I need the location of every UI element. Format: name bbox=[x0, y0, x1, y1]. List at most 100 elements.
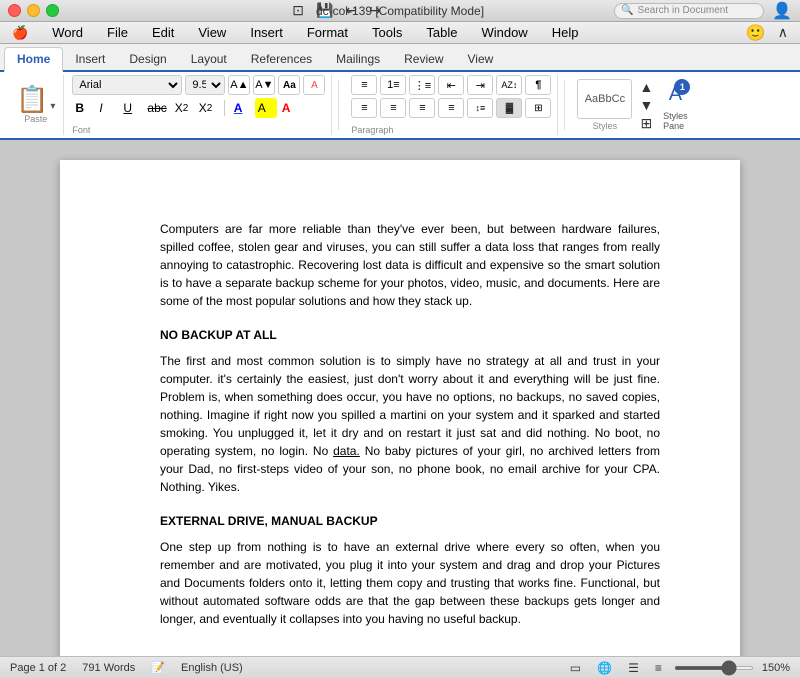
divider-font-para bbox=[338, 80, 339, 130]
font-color-button[interactable]: A bbox=[231, 98, 253, 118]
menu-file[interactable]: File bbox=[103, 23, 132, 42]
menu-edit[interactable]: Edit bbox=[148, 23, 178, 42]
styles-preview[interactable]: AaBbCc bbox=[577, 79, 632, 119]
highlight-button[interactable]: A bbox=[255, 98, 277, 118]
justify-button[interactable]: ≡ bbox=[438, 98, 464, 118]
font-name-select[interactable]: Arial Times New Roman Calibri bbox=[72, 75, 182, 95]
borders-button[interactable]: ⊞ bbox=[525, 98, 551, 118]
clear-format-button[interactable]: A bbox=[303, 75, 325, 95]
menu-bar: 🍎 Word File Edit View Insert Format Tool… bbox=[0, 22, 800, 44]
proofing-icon[interactable]: 📝 bbox=[151, 661, 165, 674]
maximize-button[interactable] bbox=[46, 4, 59, 17]
tab-design[interactable]: Design bbox=[117, 48, 178, 70]
smiley-icon[interactable]: 🙂 bbox=[746, 23, 766, 43]
numbering-button[interactable]: 1≡ bbox=[380, 75, 406, 95]
paragraph-3: One step up from nothing is to have an e… bbox=[160, 538, 660, 628]
menu-apple[interactable]: 🍎 bbox=[8, 23, 32, 43]
menu-word[interactable]: Word bbox=[48, 23, 87, 42]
paragraph-1: Computers are far more reliable than the… bbox=[160, 220, 660, 310]
styles-scroll-down[interactable]: ▼ bbox=[638, 97, 654, 113]
close-button[interactable] bbox=[8, 4, 21, 17]
shading-button[interactable]: ▓ bbox=[496, 98, 522, 118]
font-group: Arial Times New Roman Calibri 9.5 8 10 1… bbox=[66, 75, 332, 135]
styles-expand[interactable]: ⊞ bbox=[638, 115, 654, 131]
tab-layout[interactable]: Layout bbox=[179, 48, 239, 70]
menu-help[interactable]: Help bbox=[548, 23, 583, 42]
collapse-ribbon-button[interactable]: ∧ bbox=[774, 22, 792, 43]
paste-icon: 📋 bbox=[16, 86, 48, 112]
tab-insert[interactable]: Insert bbox=[63, 48, 117, 70]
paragraph-group: ≡ 1≡ ⋮≡ ⇤ ⇥ AZ↕ ¶ ≡ ≡ ≡ ≡ ↕≡ ▓ ⊞ Paragra… bbox=[345, 75, 558, 135]
menu-format[interactable]: Format bbox=[303, 23, 352, 42]
font-color-2-button[interactable]: A bbox=[279, 98, 301, 118]
minimize-button[interactable] bbox=[27, 4, 40, 17]
paragraph-2: The first and most common solution is to… bbox=[160, 352, 660, 496]
divider-para-styles bbox=[564, 80, 565, 130]
italic-button[interactable]: I bbox=[96, 98, 118, 118]
change-case-button[interactable]: Aa bbox=[278, 75, 300, 95]
heading-2: EXTERNAL DRIVE, MANUAL BACKUP bbox=[160, 512, 660, 530]
font-group-label: Font bbox=[72, 125, 325, 135]
subscript-button[interactable]: X2 bbox=[172, 98, 194, 118]
title-bar-right: 🔍 Search in Document 👤 bbox=[614, 1, 792, 21]
tab-home[interactable]: Home bbox=[4, 47, 63, 72]
align-right-button[interactable]: ≡ bbox=[409, 98, 435, 118]
styles-scroll-up[interactable]: ▲ bbox=[638, 79, 654, 95]
menu-table[interactable]: Table bbox=[422, 23, 461, 42]
styles-pane-badge: 1 bbox=[674, 79, 690, 95]
view-draft-button[interactable]: ≡ bbox=[651, 659, 666, 677]
font-size-select[interactable]: 9.5 8 10 12 14 16 bbox=[185, 75, 225, 95]
view-web-button[interactable]: 🌐 bbox=[593, 659, 616, 677]
show-hide-button[interactable]: ¶ bbox=[525, 75, 551, 95]
divider bbox=[224, 100, 225, 116]
tab-view[interactable]: View bbox=[456, 48, 506, 70]
tab-references[interactable]: References bbox=[239, 48, 324, 70]
view-outline-button[interactable]: ☰ bbox=[624, 659, 643, 677]
ribbon-tabs: Home Insert Design Layout References Mai… bbox=[0, 44, 800, 72]
zoom-level: 150% bbox=[762, 662, 790, 674]
search-placeholder: Search in Document bbox=[638, 5, 729, 16]
ribbon-content: 📋 ▾ Paste Arial Times New Roman Calibri … bbox=[0, 72, 800, 140]
menu-insert[interactable]: Insert bbox=[246, 23, 287, 42]
sort-button[interactable]: AZ↕ bbox=[496, 75, 522, 95]
increase-font-button[interactable]: A▲ bbox=[228, 75, 250, 95]
format-buttons-row: B I U abc X2 X2 A A A bbox=[72, 98, 325, 118]
search-box[interactable]: 🔍 Search in Document bbox=[614, 3, 764, 19]
paste-label: Paste bbox=[24, 114, 47, 124]
title-bar: ⊡ 💾 ↩ ↪ dc-col-139 [Compatibility Mode] … bbox=[0, 0, 800, 22]
increase-indent-button[interactable]: ⇥ bbox=[467, 75, 493, 95]
tab-mailings[interactable]: Mailings bbox=[324, 48, 392, 70]
bullets-button[interactable]: ≡ bbox=[351, 75, 377, 95]
traffic-lights bbox=[8, 4, 59, 17]
paste-group: 📋 ▾ Paste bbox=[8, 75, 64, 135]
document-scroll-area[interactable]: Computers are far more reliable than the… bbox=[0, 140, 800, 656]
line-spacing-button[interactable]: ↕≡ bbox=[467, 98, 493, 118]
align-left-button[interactable]: ≡ bbox=[351, 98, 377, 118]
app-window: ⊡ 💾 ↩ ↪ dc-col-139 [Compatibility Mode] … bbox=[0, 0, 800, 678]
decrease-font-button[interactable]: A▼ bbox=[253, 75, 275, 95]
document-page: Computers are far more reliable than the… bbox=[60, 160, 740, 656]
menu-tools[interactable]: Tools bbox=[368, 23, 406, 42]
bold-button[interactable]: B bbox=[72, 98, 94, 118]
strikethrough-button[interactable]: abc bbox=[144, 98, 169, 118]
zoom-slider[interactable] bbox=[674, 666, 754, 670]
menu-view[interactable]: View bbox=[194, 23, 230, 42]
decrease-indent-button[interactable]: ⇤ bbox=[438, 75, 464, 95]
superscript-button[interactable]: X2 bbox=[196, 98, 218, 118]
underline-button[interactable]: U bbox=[120, 98, 142, 118]
paste-dropdown-icon[interactable]: ▾ bbox=[50, 101, 55, 112]
menu-window[interactable]: Window bbox=[477, 23, 531, 42]
paragraph-group-label: Paragraph bbox=[351, 125, 551, 135]
tab-review[interactable]: Review bbox=[392, 48, 455, 70]
user-icon[interactable]: 👤 bbox=[772, 1, 792, 21]
heading-1: NO BACKUP AT ALL bbox=[160, 326, 660, 344]
language: English (US) bbox=[181, 662, 243, 674]
styles-pane-button[interactable]: A 1 StylesPane bbox=[660, 79, 690, 131]
paste-button[interactable]: 📋 ▾ bbox=[16, 86, 55, 112]
quick-access-save[interactable]: ⊡ bbox=[288, 0, 308, 21]
multilevel-button[interactable]: ⋮≡ bbox=[409, 75, 435, 95]
align-center-button[interactable]: ≡ bbox=[380, 98, 406, 118]
document-title: dc-col-139 [Compatibility Mode] bbox=[316, 4, 484, 18]
view-print-button[interactable]: ▭ bbox=[566, 659, 585, 677]
word-count: 791 Words bbox=[82, 662, 135, 674]
